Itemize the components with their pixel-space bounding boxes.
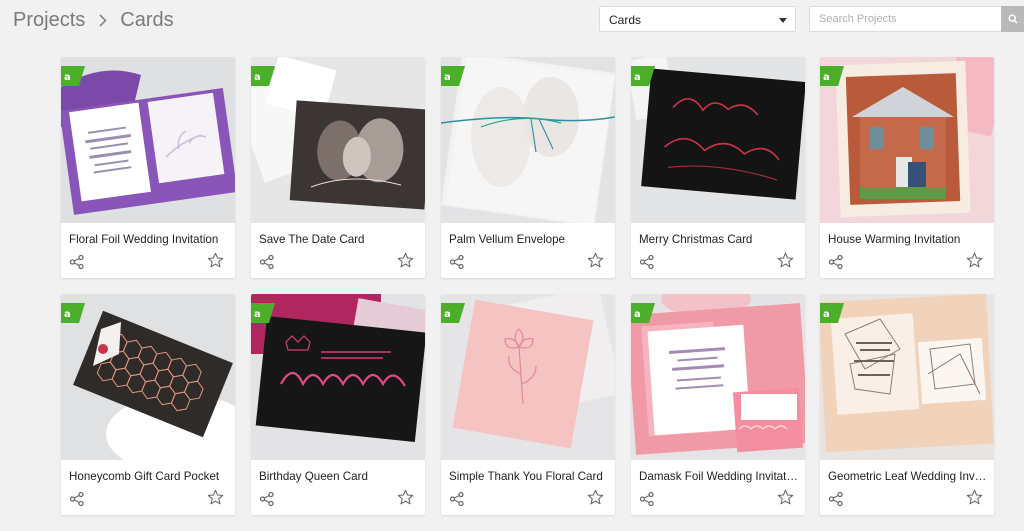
project-title[interactable]: Merry Christmas Card: [639, 233, 799, 246]
svg-text:a: a: [254, 309, 261, 320]
project-thumbnail[interactable]: [820, 57, 994, 223]
share-icon[interactable]: [69, 491, 85, 507]
project-title[interactable]: Palm Vellum Envelope: [449, 233, 609, 246]
search-icon: [1007, 14, 1018, 24]
cricut-access-badge-icon: a: [251, 66, 275, 86]
project-title[interactable]: Floral Foil Wedding Invitation: [69, 233, 229, 246]
share-icon[interactable]: [828, 491, 844, 507]
share-icon[interactable]: [639, 254, 655, 270]
favorite-star-icon[interactable]: [207, 252, 224, 269]
project-title[interactable]: Damask Foil Wedding Invitat…: [639, 470, 799, 483]
top-bar: Projects Cards Cards: [0, 0, 1024, 42]
project-thumbnail[interactable]: [631, 57, 805, 223]
cricut-access-badge-icon: a: [820, 66, 844, 86]
project-card[interactable]: a Floral Foil Wedding Invitation: [61, 57, 235, 278]
svg-text:a: a: [64, 309, 71, 320]
project-card[interactable]: a Save The Date Card: [251, 57, 425, 278]
svg-text:a: a: [64, 72, 71, 83]
search-input[interactable]: [810, 7, 1001, 31]
category-select[interactable]: Cards: [599, 6, 796, 32]
favorite-star-icon[interactable]: [966, 489, 983, 506]
project-thumbnail[interactable]: [631, 294, 805, 460]
breadcrumb: Projects Cards: [13, 9, 174, 32]
favorite-star-icon[interactable]: [777, 489, 794, 506]
project-title[interactable]: Geometric Leaf Wedding Inv…: [828, 470, 988, 483]
favorite-star-icon[interactable]: [397, 252, 414, 269]
favorite-star-icon[interactable]: [587, 489, 604, 506]
cricut-access-badge-icon: a: [441, 303, 465, 323]
project-thumbnail[interactable]: [251, 294, 425, 460]
svg-text:a: a: [254, 72, 261, 83]
project-card[interactable]: a Birthday Queen Card: [251, 294, 425, 515]
favorite-star-icon[interactable]: [397, 489, 414, 506]
favorite-star-icon[interactable]: [966, 252, 983, 269]
project-title[interactable]: Birthday Queen Card: [259, 470, 419, 483]
svg-text:a: a: [823, 72, 830, 83]
project-thumbnail[interactable]: [820, 294, 994, 460]
breadcrumb-projects-link[interactable]: Projects: [13, 9, 85, 32]
cricut-access-badge-icon: a: [631, 303, 655, 323]
share-icon[interactable]: [828, 254, 844, 270]
svg-text:a: a: [634, 72, 641, 83]
cricut-access-badge-icon: a: [61, 303, 85, 323]
svg-text:a: a: [634, 309, 641, 320]
project-card[interactable]: a House Warming Invitation: [820, 57, 994, 278]
project-title[interactable]: Save The Date Card: [259, 233, 419, 246]
project-card[interactable]: a Damask Foil Wedding Invitat…: [631, 294, 805, 515]
share-icon[interactable]: [259, 491, 275, 507]
cricut-access-badge-icon: a: [631, 66, 655, 86]
project-thumbnail[interactable]: [251, 57, 425, 223]
favorite-star-icon[interactable]: [777, 252, 794, 269]
search-box: [809, 6, 1024, 32]
cricut-access-badge-icon: a: [61, 66, 85, 86]
project-title[interactable]: House Warming Invitation: [828, 233, 988, 246]
breadcrumb-current: Cards: [120, 9, 174, 31]
cricut-access-badge-icon: a: [820, 303, 844, 323]
project-card[interactable]: a Merry Christmas Card: [631, 57, 805, 278]
project-title[interactable]: Simple Thank You Floral Card: [449, 470, 609, 483]
project-thumbnail[interactable]: [61, 294, 235, 460]
project-thumbnail[interactable]: [61, 57, 235, 223]
svg-text:a: a: [444, 309, 451, 320]
share-icon[interactable]: [259, 254, 275, 270]
project-card[interactable]: a Simple Thank You Floral Card: [441, 294, 615, 515]
caret-down-icon: [779, 18, 787, 23]
share-icon[interactable]: [449, 491, 465, 507]
svg-text:a: a: [444, 72, 451, 83]
project-thumbnail[interactable]: [441, 57, 615, 223]
project-title[interactable]: Honeycomb Gift Card Pocket: [69, 470, 229, 483]
svg-text:a: a: [823, 309, 830, 320]
share-icon[interactable]: [639, 491, 655, 507]
search-button[interactable]: [1001, 6, 1024, 32]
project-card[interactable]: a Honeycomb Gift Card Pocket: [61, 294, 235, 515]
favorite-star-icon[interactable]: [207, 489, 224, 506]
project-card[interactable]: a Palm Vellum Envelope: [441, 57, 615, 278]
project-thumbnail[interactable]: [441, 294, 615, 460]
share-icon[interactable]: [449, 254, 465, 270]
favorite-star-icon[interactable]: [587, 252, 604, 269]
chevron-right-icon: [99, 14, 107, 27]
cricut-access-badge-icon: a: [441, 66, 465, 86]
cricut-access-badge-icon: a: [251, 303, 275, 323]
category-select-value: Cards: [609, 13, 642, 27]
project-card[interactable]: a Geometric Leaf Wedding Inv…: [820, 294, 994, 515]
share-icon[interactable]: [69, 254, 85, 270]
